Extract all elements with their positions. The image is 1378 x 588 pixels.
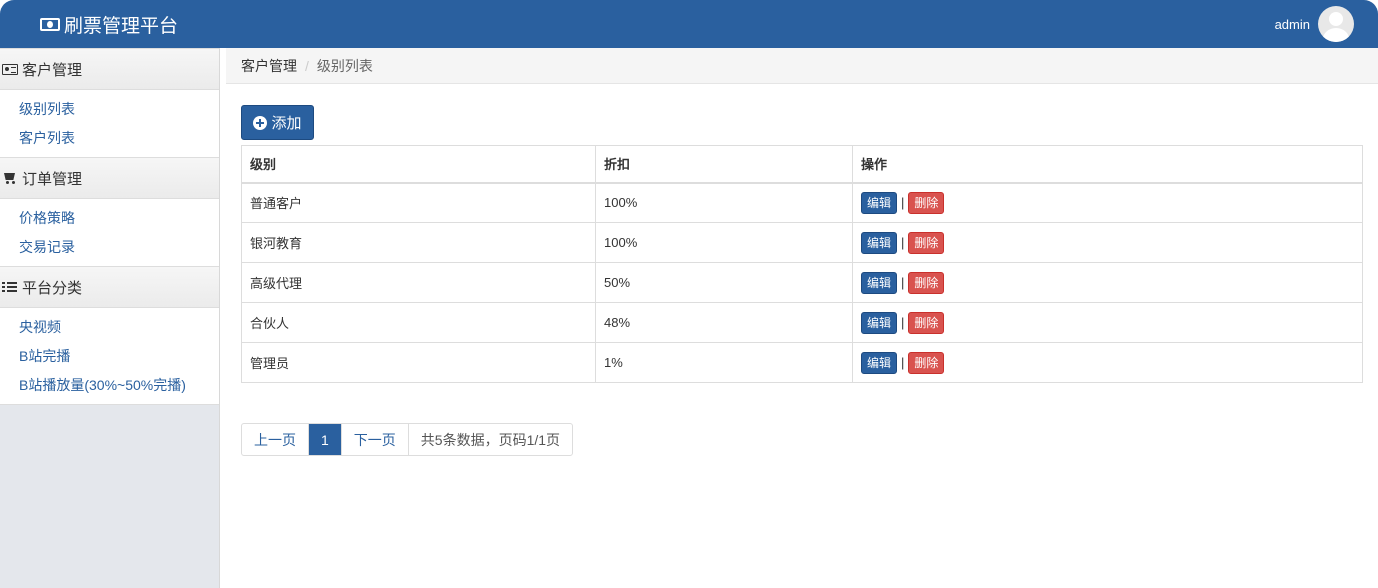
sidebar-group-platform: 平台分类 央视频 B站完播 B站播放量(30%~50%完播) (0, 266, 219, 405)
cell-discount: 100% (595, 222, 853, 263)
app-title: 刷票管理平台 (64, 15, 179, 37)
cell-level: 高级代理 (241, 262, 596, 303)
cell-level: 合伙人 (241, 302, 596, 343)
prev-page-button[interactable]: 上一页 (242, 424, 309, 455)
table-row: 管理员 1% 编辑 | 删除 (241, 342, 1363, 383)
table-row: 普通客户 100% 编辑 | 删除 (241, 182, 1363, 223)
cell-level: 管理员 (241, 342, 596, 383)
sidebar-item-level-list[interactable]: 级别列表 (0, 95, 219, 124)
column-header-discount: 折扣 (595, 145, 853, 184)
edit-button[interactable]: 编辑 (861, 191, 898, 214)
sidebar-group-header[interactable]: 客户管理 (0, 48, 219, 90)
sidebar-item-bilibili-complete[interactable]: B站完播 (0, 342, 219, 371)
delete-button[interactable]: 删除 (908, 231, 945, 254)
edit-button[interactable]: 编辑 (861, 271, 898, 294)
sidebar-group-title: 订单管理 (22, 170, 83, 188)
sidebar-group-customer: 客户管理 级别列表 客户列表 (0, 48, 219, 157)
sidebar-group-order: 订单管理 价格策略 交易记录 (0, 157, 219, 266)
action-separator: | (901, 275, 905, 290)
next-page-button[interactable]: 下一页 (342, 424, 409, 455)
cell-actions: 编辑 | 删除 (852, 182, 1363, 223)
current-page-button[interactable]: 1 (309, 424, 342, 455)
sidebar-item-bilibili-views[interactable]: B站播放量(30%~50%完播) (0, 371, 219, 400)
sidebar-item-customer-list[interactable]: 客户列表 (0, 124, 219, 153)
cell-discount: 50% (595, 262, 853, 303)
edit-button[interactable]: 编辑 (861, 311, 898, 334)
breadcrumb: 客户管理 / 级别列表 (226, 48, 1378, 84)
user-menu[interactable]: admin (1275, 6, 1354, 42)
delete-button[interactable]: 删除 (908, 311, 945, 334)
delete-button[interactable]: 删除 (908, 271, 945, 294)
action-separator: | (901, 355, 905, 370)
breadcrumb-current: 级别列表 (316, 57, 373, 74)
delete-button[interactable]: 删除 (908, 351, 945, 374)
sidebar-item-cctv-video[interactable]: 央视频 (0, 313, 219, 342)
list-icon (2, 280, 18, 294)
sidebar-group-title: 平台分类 (22, 279, 83, 297)
add-button-label: 添加 (271, 115, 302, 132)
table-header-row: 级别 折扣 操作 (241, 145, 1363, 184)
plus-circle-icon (253, 115, 268, 130)
pagination: 上一页 1 下一页 共5条数据，页码1/1页 (241, 423, 574, 456)
column-header-actions: 操作 (852, 145, 1363, 184)
shopping-cart-icon (2, 171, 18, 185)
cell-actions: 编辑 | 删除 (852, 222, 1363, 263)
sidebar-group-header[interactable]: 平台分类 (0, 266, 219, 308)
sidebar-group-header[interactable]: 订单管理 (0, 157, 219, 199)
action-separator: | (901, 315, 905, 330)
cell-discount: 1% (595, 342, 853, 383)
pagination-summary: 共5条数据，页码1/1页 (420, 431, 561, 448)
sidebar-group-title: 客户管理 (22, 61, 83, 79)
cell-actions: 编辑 | 删除 (852, 342, 1363, 383)
table-row: 高级代理 50% 编辑 | 删除 (241, 262, 1363, 303)
cell-actions: 编辑 | 删除 (852, 262, 1363, 303)
column-header-level: 级别 (241, 145, 596, 184)
add-button[interactable]: 添加 (241, 105, 314, 140)
action-separator: | (901, 195, 905, 211)
app-brand[interactable]: 刷票管理平台 (40, 12, 179, 37)
cell-discount: 100% (595, 182, 853, 223)
cell-level: 普通客户 (241, 182, 596, 223)
breadcrumb-separator: / (305, 57, 309, 74)
username: admin (1274, 16, 1310, 32)
cell-level: 银河教育 (241, 222, 596, 263)
level-table: 级别 折扣 操作 普通客户 100% 编辑 | 删除 银河教育 100% 编辑 | 删除 高级代理 5… (241, 145, 1363, 383)
cell-actions: 编辑 | 删除 (852, 302, 1363, 343)
table-row: 合伙人 48% 编辑 | 删除 (241, 302, 1363, 343)
breadcrumb-parent[interactable]: 客户管理 (241, 56, 297, 76)
sidebar: 客户管理 级别列表 客户列表 订单管理 价格策略 交易记录 平台分类 央视频 B… (0, 48, 220, 588)
main-content: 客户管理 / 级别列表 添加 级别 折扣 操作 普通客户 100% 编辑 | 删除 银河教… (226, 48, 1378, 588)
money-icon (40, 17, 60, 31)
edit-button[interactable]: 编辑 (861, 351, 898, 374)
table-row: 银河教育 100% 编辑 | 删除 (241, 222, 1363, 263)
sidebar-item-price-strategy[interactable]: 价格策略 (0, 204, 219, 233)
avatar[interactable] (1318, 6, 1354, 42)
top-navbar: 刷票管理平台 admin (0, 0, 1378, 48)
delete-button[interactable]: 删除 (908, 191, 945, 214)
sidebar-item-transactions[interactable]: 交易记录 (0, 233, 219, 262)
edit-button[interactable]: 编辑 (861, 231, 898, 254)
id-card-icon (2, 63, 18, 75)
action-separator: | (901, 235, 905, 250)
cell-discount: 48% (595, 302, 853, 343)
